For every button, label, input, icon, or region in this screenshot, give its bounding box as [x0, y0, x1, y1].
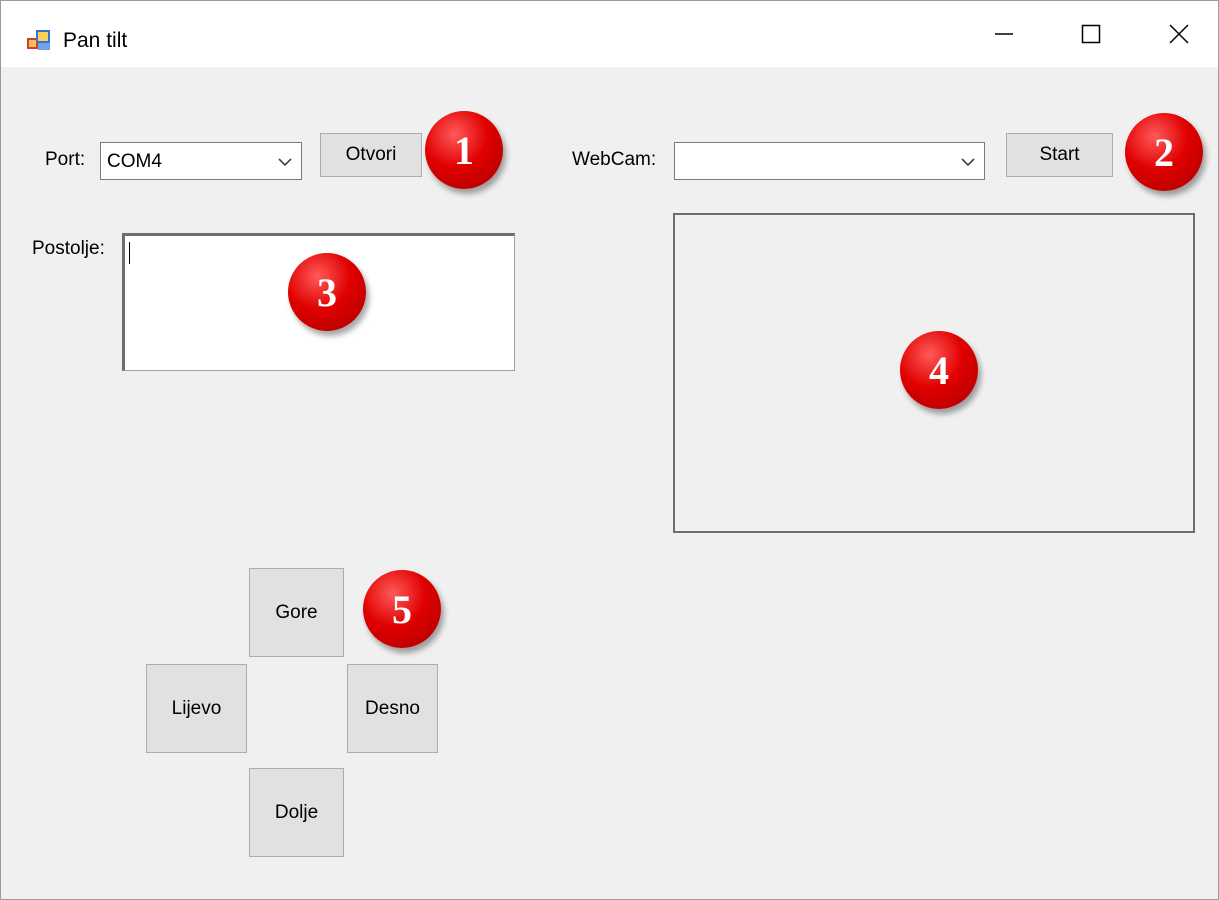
- title-bar[interactable]: Pan tilt: [1, 1, 1218, 67]
- left-button[interactable]: Lijevo: [146, 664, 247, 753]
- text-caret: [129, 242, 130, 264]
- port-combobox[interactable]: COM4: [100, 142, 302, 180]
- marker-4: 4: [900, 331, 978, 409]
- winforms-app-icon: [27, 30, 50, 50]
- close-button[interactable]: [1134, 1, 1218, 67]
- postolje-label: Postolje:: [32, 238, 105, 259]
- minimize-button[interactable]: [959, 1, 1049, 67]
- chevron-down-icon: [278, 158, 292, 167]
- close-icon: [1169, 24, 1189, 44]
- marker-5: 5: [363, 570, 441, 648]
- minimize-icon: [995, 33, 1013, 35]
- pan-tilt-window: Pan tilt Port: COM4 Otvori WebCam: Start…: [0, 0, 1219, 900]
- marker-1: 1: [425, 111, 503, 189]
- maximize-button[interactable]: [1046, 1, 1136, 67]
- marker-2: 2: [1125, 113, 1203, 191]
- start-webcam-button[interactable]: Start: [1006, 133, 1113, 177]
- window-title: Pan tilt: [63, 29, 128, 52]
- port-label: Port:: [45, 149, 86, 170]
- up-button[interactable]: Gore: [249, 568, 344, 657]
- chevron-down-icon: [961, 158, 975, 167]
- port-combobox-value: COM4: [107, 151, 162, 172]
- webcam-combobox[interactable]: [674, 142, 985, 180]
- down-button[interactable]: Dolje: [249, 768, 344, 857]
- marker-3: 3: [288, 253, 366, 331]
- maximize-icon: [1081, 24, 1101, 44]
- webcam-label: WebCam:: [572, 149, 657, 170]
- open-port-button[interactable]: Otvori: [320, 133, 422, 177]
- right-button[interactable]: Desno: [347, 664, 438, 753]
